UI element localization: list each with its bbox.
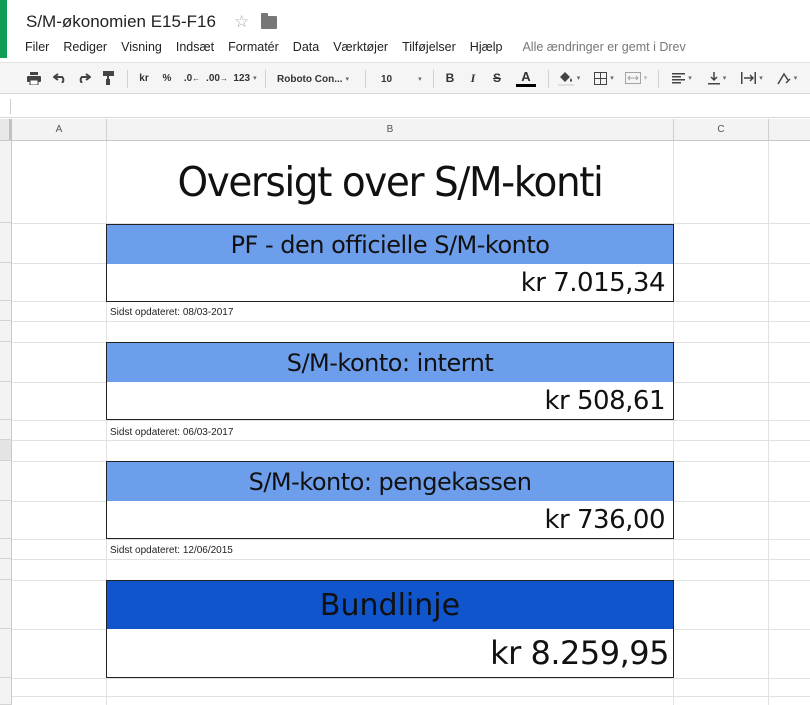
paint-format-icon[interactable] [99, 63, 119, 93]
column-header-row: A B C [0, 119, 810, 141]
column-header-a[interactable]: A [12, 119, 107, 140]
strikethrough-button[interactable]: S [488, 63, 506, 93]
menu-hjaelp[interactable]: Hjælp [470, 40, 503, 54]
text-color-swatch [516, 83, 536, 87]
dropdown-caret-icon: ▾ [345, 76, 350, 83]
font-size-value: 10 [381, 73, 393, 85]
row-header[interactable] [0, 223, 12, 263]
formula-bar-divider [10, 99, 11, 114]
document-title[interactable]: S/M-økonomien E15-F16 [26, 12, 216, 32]
row-header[interactable] [0, 678, 12, 705]
row-header[interactable] [0, 321, 12, 342]
row-header[interactable] [0, 580, 12, 629]
row-header[interactable] [0, 141, 12, 223]
percent-format-button[interactable]: % [157, 63, 177, 93]
row-header[interactable] [0, 539, 12, 559]
text-wrapping-icon[interactable]: ▾ [739, 63, 765, 93]
bold-button[interactable]: B [441, 63, 459, 93]
total-label-cell[interactable]: Bundlinje [106, 580, 674, 629]
redo-icon[interactable] [74, 63, 94, 93]
last-updated-note[interactable]: Sidst opdateret: 12/06/2015 [110, 545, 233, 556]
total-balance-cell[interactable]: kr 8.259,95 [106, 629, 674, 678]
dropdown-caret-icon: ▾ [759, 75, 763, 82]
fill-color-icon[interactable]: ▾ [556, 63, 582, 93]
menu-filer[interactable]: Filer [25, 40, 49, 54]
decrease-decimals-button[interactable]: .0 ← [180, 63, 204, 93]
dropdown-caret-icon: ▾ [688, 75, 692, 82]
select-all-corner[interactable] [0, 119, 12, 140]
dropdown-caret-icon: ▾ [793, 75, 798, 82]
row-header[interactable] [0, 501, 12, 539]
row-header[interactable] [0, 382, 12, 420]
dropdown-caret-icon: ▾ [576, 75, 581, 82]
dropdown-caret-icon: ▾ [722, 75, 727, 82]
row-header[interactable] [0, 440, 12, 461]
column-header-d[interactable] [769, 119, 810, 140]
account-balance-cell[interactable]: kr 7.015,34 [106, 264, 674, 302]
menu-data[interactable]: Data [293, 40, 319, 54]
toolbar: kr % .0 ← .00 → 123 ▾ Roboto Con... ▾ 10 ▾ B … [0, 62, 810, 94]
folder-icon[interactable] [261, 13, 277, 29]
row-header[interactable] [0, 461, 12, 501]
print-icon[interactable] [24, 63, 44, 93]
sheet-heading[interactable]: Oversigt over S/M-konti [121, 143, 659, 221]
account-name-cell[interactable]: PF - den officielle S/M-konto [106, 224, 674, 264]
more-formats-button[interactable]: 123 ▾ [230, 63, 260, 93]
menu-visning[interactable]: Visning [121, 40, 162, 54]
account-name-cell[interactable]: S/M-konto: internt [106, 342, 674, 382]
menu-bar: Filer Rediger Visning Indsæt Formatér Da… [25, 38, 686, 56]
increase-decimals-button[interactable]: .00 → [205, 63, 229, 93]
last-updated-note[interactable]: Sidst opdateret: 06/03-2017 [110, 427, 233, 438]
text-rotation-icon[interactable]: ▾ [774, 63, 800, 93]
row-header[interactable] [0, 342, 12, 382]
italic-button[interactable]: I [464, 63, 482, 93]
star-icon[interactable]: ☆ [234, 12, 249, 32]
column-header-c[interactable]: C [674, 119, 769, 140]
dropdown-caret-icon: ▾ [610, 75, 614, 82]
account-name-cell[interactable]: S/M-konto: pengekassen [106, 461, 674, 501]
font-select-value: Roboto Con... [277, 73, 343, 85]
dropdown-caret-icon: ▾ [418, 76, 422, 83]
column-header-b[interactable]: B [107, 119, 674, 140]
increase-decimals-label: .00 [206, 72, 220, 84]
row-header[interactable] [0, 301, 12, 321]
row-header[interactable] [0, 420, 12, 440]
horizontal-align-icon[interactable]: ▾ [669, 63, 695, 93]
decrease-decimals-label: .0 [183, 72, 193, 84]
menu-indsaet[interactable]: Indsæt [176, 40, 214, 54]
save-status[interactable]: Alle ændringer er gemt i Drev [522, 40, 685, 54]
last-updated-note[interactable]: Sidst opdateret: 08/03-2017 [110, 307, 233, 318]
currency-format-button[interactable]: kr [134, 63, 154, 93]
menu-formater[interactable]: Formatér [228, 40, 279, 54]
dropdown-caret-icon: ▾ [253, 75, 257, 82]
account-balance-cell[interactable]: kr 736,00 [106, 501, 674, 539]
menu-tilfojelser[interactable]: Tilføjelser [402, 40, 456, 54]
more-formats-label: 123 [233, 72, 251, 84]
sheets-brand-strip [0, 0, 7, 58]
dropdown-caret-icon: ▾ [643, 75, 648, 82]
row-header[interactable] [0, 629, 12, 678]
borders-icon[interactable]: ▾ [591, 63, 617, 93]
vertical-align-icon[interactable]: ▾ [704, 63, 730, 93]
merge-cells-icon[interactable]: ▾ [623, 63, 649, 93]
row-header[interactable] [0, 559, 12, 580]
undo-icon[interactable] [50, 63, 70, 93]
arrow-left-icon: ← [192, 73, 201, 83]
account-balance-cell[interactable]: kr 508,61 [106, 382, 674, 420]
font-select[interactable]: Roboto Con... ▾ [277, 69, 357, 89]
menu-rediger[interactable]: Rediger [63, 40, 107, 54]
arrow-right-icon: → [219, 73, 228, 83]
font-size-select[interactable]: 10 ▾ [381, 69, 425, 89]
formula-bar[interactable] [0, 95, 810, 118]
text-color-label: A [521, 68, 531, 84]
menu-vaerktojer[interactable]: Værktøjer [333, 40, 388, 54]
text-color-button[interactable]: A [511, 63, 541, 93]
row-header[interactable] [0, 263, 12, 301]
